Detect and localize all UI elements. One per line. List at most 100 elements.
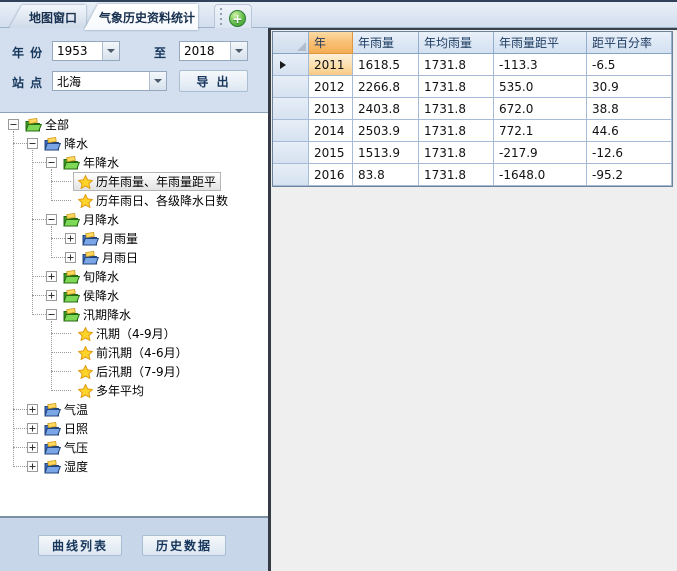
table-cell[interactable]: 1731.8 (419, 76, 494, 98)
expand-plus-box-icon[interactable] (65, 233, 76, 244)
table-cell[interactable]: 1731.8 (419, 98, 494, 120)
expand-plus-box-icon[interactable] (27, 442, 38, 453)
tree-node[interactable]: 降水 (39, 134, 93, 153)
table-cell[interactable]: 2013 (309, 98, 353, 120)
table-cell[interactable]: 1731.8 (419, 164, 494, 186)
collapse-minus-box-icon[interactable] (8, 119, 19, 130)
tree-node[interactable]: 多年平均 (73, 381, 149, 400)
year-to-combobox[interactable]: 2018 (179, 41, 248, 61)
expand-plus-box-icon[interactable] (46, 290, 57, 301)
table-cell[interactable]: 672.0 (494, 98, 587, 120)
row-header-cell[interactable] (273, 54, 309, 76)
table-cell[interactable]: -1648.0 (494, 164, 587, 186)
table-cell[interactable]: -12.6 (587, 142, 672, 164)
collapse-minus-box-icon[interactable] (46, 157, 57, 168)
expand-plus-box-icon[interactable] (65, 252, 76, 263)
table-cell[interactable]: 1618.5 (353, 54, 419, 76)
row-header-cell[interactable] (273, 164, 309, 186)
expand-plus-box-icon[interactable] (27, 423, 38, 434)
tree-node[interactable]: 气压 (39, 438, 93, 457)
tree-node[interactable]: 汛期降水 (58, 305, 136, 324)
row-header-cell[interactable] (273, 76, 309, 98)
tree-item[interactable]: 汛期降水 (0, 305, 268, 324)
tree-item[interactable]: 多年平均 (0, 381, 268, 400)
table-cell[interactable]: 1731.8 (419, 142, 494, 164)
table-cell[interactable]: 2011 (309, 54, 353, 76)
column-header-1[interactable]: 年雨量 (353, 32, 419, 54)
table-cell[interactable]: 2266.8 (353, 76, 419, 98)
tree-item[interactable]: 日照 (0, 419, 268, 438)
curve-list-button[interactable]: 曲线列表 (38, 535, 122, 556)
table-cell[interactable]: 30.9 (587, 76, 672, 98)
tree-item[interactable]: 月雨日 (0, 248, 268, 267)
table-cell[interactable]: 772.1 (494, 120, 587, 142)
station-dropdown-button[interactable] (149, 72, 166, 90)
tree-item[interactable]: 历年雨量、年雨量距平 (0, 172, 268, 191)
year-from-dropdown-button[interactable] (102, 42, 119, 60)
tree-item[interactable]: 旬降水 (0, 267, 268, 286)
tab-weather-history-stats[interactable]: 气象历史资料统计 (84, 4, 198, 30)
tree-node[interactable]: 汛期（4-9月） (73, 324, 181, 343)
tree-item[interactable]: 月雨量 (0, 229, 268, 248)
table-cell[interactable]: 44.6 (587, 120, 672, 142)
table-cell[interactable]: 83.8 (353, 164, 419, 186)
tree-node-selected[interactable]: 历年雨量、年雨量距平 (73, 172, 221, 191)
expand-plus-box-icon[interactable] (27, 404, 38, 415)
table-cell[interactable]: 2016 (309, 164, 353, 186)
tree-node[interactable]: 气温 (39, 400, 93, 419)
tree-item[interactable]: 年降水 (0, 153, 268, 172)
tree-node[interactable]: 年降水 (58, 153, 124, 172)
tab-map-window[interactable]: 地图窗口 (8, 5, 86, 30)
tree-node[interactable]: 日照 (39, 419, 93, 438)
table-cell[interactable]: 1731.8 (419, 54, 494, 76)
tree-node[interactable]: 月降水 (58, 210, 124, 229)
year-from-combobox[interactable]: 1953 (52, 41, 120, 61)
table-cell[interactable]: -113.3 (494, 54, 587, 76)
tree-item[interactable]: 气温 (0, 400, 268, 419)
select-all-corner-cell[interactable] (273, 32, 309, 54)
tree-item[interactable]: 湿度 (0, 457, 268, 476)
table-cell[interactable]: 2503.9 (353, 120, 419, 142)
tree-node[interactable]: 旬降水 (58, 267, 124, 286)
tree-node[interactable]: 湿度 (39, 457, 93, 476)
history-data-button[interactable]: 历史数据 (142, 535, 226, 556)
collapse-minus-box-icon[interactable] (27, 138, 38, 149)
table-cell[interactable]: 2403.8 (353, 98, 419, 120)
tree-item[interactable]: 侯降水 (0, 286, 268, 305)
tree-node[interactable]: 历年雨日、各级降水日数 (73, 191, 233, 210)
tree-item[interactable]: 前汛期（4-6月） (0, 343, 268, 362)
tree-item[interactable]: 降水 (0, 134, 268, 153)
tree-item[interactable]: 历年雨日、各级降水日数 (0, 191, 268, 210)
column-header-2[interactable]: 年均雨量 (419, 32, 494, 54)
tree-item[interactable]: 月降水 (0, 210, 268, 229)
collapse-minus-box-icon[interactable] (46, 214, 57, 225)
tree-node[interactable]: 月雨量 (77, 229, 143, 248)
table-cell[interactable]: -95.2 (587, 164, 672, 186)
table-cell[interactable]: -6.5 (587, 54, 672, 76)
station-combobox[interactable]: 北海 (52, 71, 167, 91)
expand-plus-box-icon[interactable] (46, 271, 57, 282)
table-cell[interactable]: 535.0 (494, 76, 587, 98)
tree-item[interactable]: 后汛期（7-9月） (0, 362, 268, 381)
tree-item[interactable]: 气压 (0, 438, 268, 457)
collapse-minus-box-icon[interactable] (46, 309, 57, 320)
tree-node[interactable]: 前汛期（4-6月） (73, 343, 193, 362)
table-cell[interactable]: 1731.8 (419, 120, 494, 142)
table-cell[interactable]: 1513.9 (353, 142, 419, 164)
row-header-cell[interactable] (273, 142, 309, 164)
column-header-4[interactable]: 距平百分率 (587, 32, 672, 54)
tree-item[interactable]: 汛期（4-9月） (0, 324, 268, 343)
tree-node[interactable]: 全部 (20, 115, 74, 134)
export-button[interactable]: 导 出 (179, 70, 248, 92)
table-cell[interactable]: 2015 (309, 142, 353, 164)
tree-item[interactable]: 全部 (0, 115, 268, 134)
tree-node[interactable]: 后汛期（7-9月） (73, 362, 193, 381)
year-to-dropdown-button[interactable] (230, 42, 247, 60)
table-cell[interactable]: 2012 (309, 76, 353, 98)
row-header-cell[interactable] (273, 120, 309, 142)
tree-node[interactable]: 侯降水 (58, 286, 124, 305)
column-header-year[interactable]: 年 (309, 32, 353, 54)
table-cell[interactable]: 38.8 (587, 98, 672, 120)
row-header-cell[interactable] (273, 98, 309, 120)
expand-plus-box-icon[interactable] (27, 461, 38, 472)
